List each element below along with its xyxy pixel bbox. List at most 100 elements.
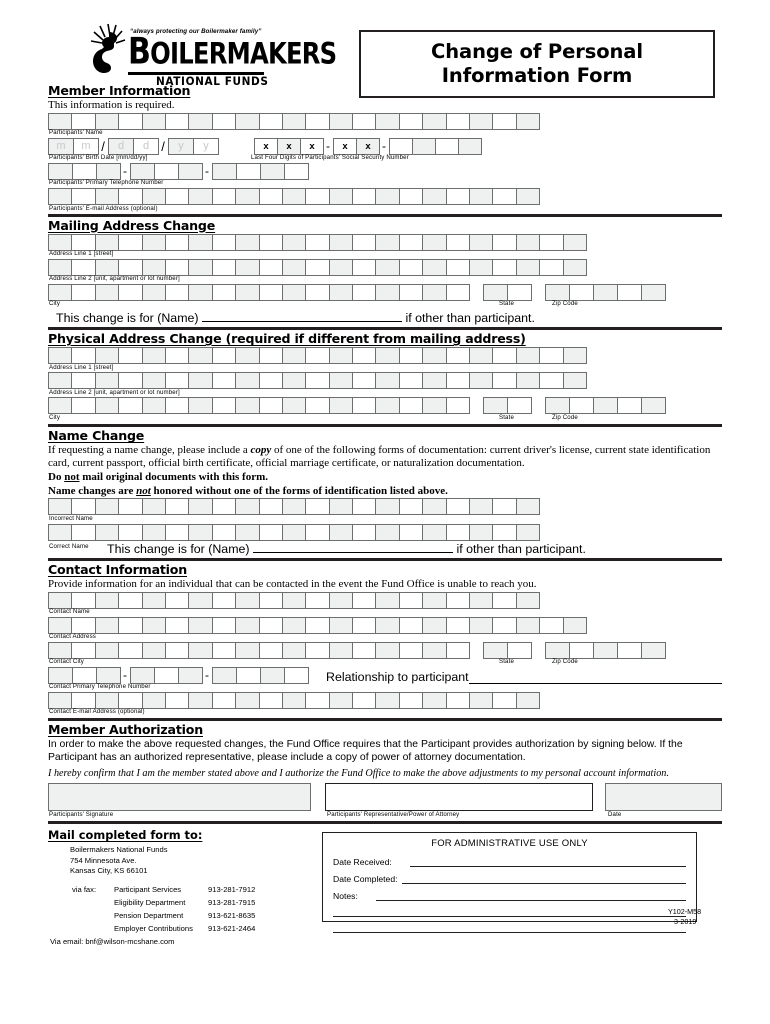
comb-cell[interactable] bbox=[422, 397, 447, 415]
mailing-zip-input[interactable] bbox=[545, 283, 667, 301]
comb-cell[interactable] bbox=[422, 112, 447, 130]
comb-cell[interactable] bbox=[188, 616, 213, 634]
comb-cell[interactable] bbox=[211, 397, 237, 415]
comb-cell[interactable] bbox=[422, 233, 447, 251]
comb-cell[interactable] bbox=[515, 372, 541, 390]
comb-cell[interactable] bbox=[593, 397, 619, 415]
comb-cell[interactable] bbox=[235, 283, 260, 301]
comb-cell[interactable] bbox=[352, 591, 377, 609]
comb-cell[interactable] bbox=[281, 641, 307, 659]
comb-cell[interactable] bbox=[48, 498, 73, 516]
comb-cell[interactable] bbox=[260, 162, 285, 180]
comb-cell[interactable] bbox=[328, 372, 354, 390]
comb-cell[interactable] bbox=[72, 162, 97, 180]
comb-cell[interactable] bbox=[545, 397, 571, 415]
participant-email-input[interactable] bbox=[48, 188, 722, 206]
comb-cell[interactable] bbox=[375, 616, 400, 634]
comb-cell[interactable] bbox=[422, 347, 447, 365]
comb-cell[interactable] bbox=[469, 112, 494, 130]
comb-cell[interactable] bbox=[141, 233, 166, 251]
comb-cell[interactable]: x bbox=[333, 137, 357, 155]
comb-cell[interactable] bbox=[375, 112, 400, 130]
comb-cell[interactable] bbox=[48, 162, 73, 180]
notes-input[interactable] bbox=[375, 892, 686, 902]
comb-cell[interactable] bbox=[352, 372, 377, 390]
comb-cell[interactable] bbox=[71, 372, 96, 390]
comb-cell[interactable] bbox=[515, 523, 541, 541]
comb-cell[interactable] bbox=[72, 666, 97, 684]
comb-cell[interactable] bbox=[258, 372, 283, 390]
comb-cell[interactable] bbox=[211, 498, 237, 516]
comb-cell[interactable] bbox=[94, 112, 120, 130]
date-received-input[interactable] bbox=[409, 858, 686, 868]
comb-cell[interactable] bbox=[375, 691, 400, 709]
physical-state-input[interactable] bbox=[483, 397, 533, 415]
comb-cell[interactable] bbox=[492, 616, 517, 634]
comb-cell[interactable] bbox=[48, 283, 73, 301]
mailing-state-input[interactable] bbox=[483, 283, 533, 301]
comb-cell[interactable] bbox=[281, 397, 307, 415]
comb-cell[interactable] bbox=[435, 137, 459, 155]
comb-cell[interactable] bbox=[305, 347, 330, 365]
comb-cell[interactable] bbox=[398, 258, 424, 276]
comb-cell[interactable]: x bbox=[300, 137, 324, 155]
comb-cell[interactable] bbox=[412, 137, 436, 155]
comb-cell[interactable] bbox=[281, 233, 307, 251]
comb-cell[interactable] bbox=[48, 397, 73, 415]
comb-cell[interactable] bbox=[118, 347, 143, 365]
comb-cell[interactable] bbox=[375, 372, 400, 390]
comb-cell[interactable] bbox=[352, 188, 377, 206]
name-change-for-input[interactable] bbox=[253, 541, 453, 553]
comb-cell[interactable]: d bbox=[133, 137, 159, 155]
comb-cell[interactable] bbox=[617, 283, 643, 301]
comb-cell[interactable] bbox=[235, 188, 260, 206]
comb-cell[interactable] bbox=[130, 666, 155, 684]
comb-cell[interactable] bbox=[492, 258, 517, 276]
comb-cell[interactable] bbox=[118, 372, 143, 390]
contact-city-input[interactable] bbox=[48, 641, 471, 659]
comb-cell[interactable] bbox=[641, 397, 667, 415]
comb-cell[interactable] bbox=[641, 641, 667, 659]
comb-cell[interactable] bbox=[569, 283, 595, 301]
comb-cell[interactable] bbox=[188, 347, 213, 365]
comb-cell[interactable] bbox=[71, 258, 96, 276]
comb-cell[interactable] bbox=[507, 283, 533, 301]
comb-cell[interactable] bbox=[422, 523, 447, 541]
comb-cell[interactable] bbox=[515, 112, 541, 130]
comb-cell[interactable] bbox=[188, 498, 213, 516]
comb-cell[interactable] bbox=[562, 233, 587, 251]
contact-relationship-input[interactable] bbox=[468, 672, 722, 684]
comb-cell[interactable] bbox=[94, 372, 120, 390]
comb-cell[interactable] bbox=[188, 641, 213, 659]
comb-cell[interactable] bbox=[469, 347, 494, 365]
comb-cell[interactable]: d bbox=[108, 137, 134, 155]
date-completed-input[interactable] bbox=[401, 875, 686, 885]
comb-cell[interactable] bbox=[211, 616, 237, 634]
comb-cell[interactable] bbox=[617, 397, 643, 415]
comb-cell[interactable] bbox=[352, 691, 377, 709]
comb-cell[interactable] bbox=[141, 691, 166, 709]
comb-cell[interactable] bbox=[515, 691, 541, 709]
comb-cell[interactable] bbox=[94, 233, 120, 251]
comb-cell[interactable] bbox=[94, 691, 120, 709]
comb-cell[interactable] bbox=[352, 283, 377, 301]
notes-input-line-3[interactable] bbox=[333, 924, 686, 934]
comb-cell[interactable] bbox=[469, 523, 494, 541]
contact-name-input[interactable] bbox=[48, 591, 722, 609]
participant-name-input[interactable] bbox=[48, 112, 722, 130]
comb-cell[interactable] bbox=[258, 258, 283, 276]
comb-cell[interactable] bbox=[235, 498, 260, 516]
comb-cell[interactable] bbox=[94, 523, 120, 541]
comb-cell[interactable] bbox=[118, 112, 143, 130]
comb-cell[interactable] bbox=[445, 591, 471, 609]
comb-cell[interactable] bbox=[211, 372, 237, 390]
comb-cell[interactable] bbox=[164, 691, 190, 709]
comb-cell[interactable] bbox=[375, 641, 400, 659]
comb-cell[interactable] bbox=[422, 498, 447, 516]
comb-cell[interactable] bbox=[141, 498, 166, 516]
comb-cell[interactable] bbox=[445, 347, 471, 365]
comb-cell[interactable] bbox=[71, 112, 96, 130]
comb-cell[interactable] bbox=[398, 591, 424, 609]
comb-cell[interactable] bbox=[492, 523, 517, 541]
comb-cell[interactable] bbox=[188, 397, 213, 415]
